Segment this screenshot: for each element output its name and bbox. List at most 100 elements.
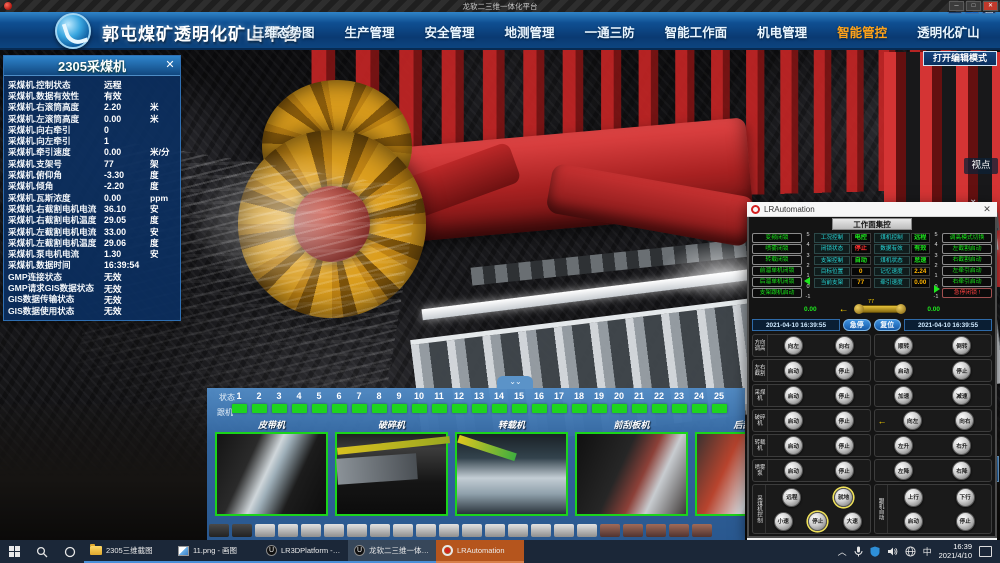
push-button-停止[interactable]: 停止 [808, 512, 827, 531]
estop-blue-button[interactable]: 急停 [843, 319, 871, 331]
minimize-button[interactable]: ─ [949, 1, 964, 11]
filmstrip-frame[interactable] [531, 524, 551, 537]
filmstrip-frame[interactable] [692, 524, 712, 537]
filmstrip-frame[interactable] [485, 524, 505, 537]
push-button-启动[interactable]: 启动 [894, 361, 913, 380]
open-edit-mode-button[interactable]: 打开编辑模式 [923, 51, 997, 66]
push-button-停止[interactable]: 停止 [835, 386, 854, 405]
push-button-顺转[interactable]: 顺转 [894, 336, 913, 355]
estop-interlock-button[interactable]: 急停闭锁 ! [942, 288, 992, 298]
interlock-button[interactable]: 后溜单机闭锁 [752, 277, 802, 287]
nav-item-安全管理[interactable]: 安全管理 [425, 22, 475, 41]
speaker-icon[interactable] [887, 546, 898, 557]
push-button-向左[interactable]: 向左 [784, 336, 803, 355]
push-button-远程[interactable]: 远程 [782, 488, 801, 507]
filmstrip-frame[interactable] [347, 524, 367, 537]
lr-tab-workface-control[interactable]: 工作面集控 [832, 218, 912, 230]
interlock-button[interactable]: 支架跟机启动 [752, 288, 802, 298]
filmstrip-frame[interactable] [554, 524, 574, 537]
filmstrip-frame[interactable] [301, 524, 321, 537]
camera-feed-破碎机[interactable] [335, 432, 448, 516]
viewpoint-tag[interactable]: 视点 [964, 158, 998, 174]
taskbar-app-LR3DPlatform - U...[interactable]: ULR3DPlatform - U... [260, 540, 348, 563]
push-button-上行[interactable]: 上行 [904, 488, 923, 507]
filmstrip-frame[interactable] [669, 524, 689, 537]
push-button-启动[interactable]: 启动 [784, 361, 803, 380]
start-button[interactable] [0, 540, 28, 563]
task-view-button[interactable] [56, 540, 84, 563]
push-button-停止[interactable]: 停止 [835, 411, 854, 430]
taskbar-app-龙软二三维一体化...[interactable]: U龙软二三维一体化... [348, 540, 436, 563]
push-button-向左[interactable]: 向左 [903, 411, 922, 430]
push-button-就地[interactable]: 就地 [834, 488, 853, 507]
push-button-启动[interactable]: 启动 [784, 411, 803, 430]
filmstrip-frame[interactable] [324, 524, 344, 537]
nav-item-透明化矿山[interactable]: 透明化矿山 [917, 22, 980, 41]
nav-item-生产管理[interactable]: 生产管理 [345, 22, 395, 41]
push-button-停止[interactable]: 停止 [956, 512, 975, 531]
taskbar-app-LRAutomation[interactable]: LRAutomation [436, 540, 524, 563]
clock[interactable]: 16:39 2021/4/10 [939, 543, 972, 560]
push-button-小速[interactable]: 小速 [774, 512, 793, 531]
filmstrip-frame[interactable] [255, 524, 275, 537]
push-button-右升[interactable]: 右升 [952, 436, 971, 455]
push-button-启动[interactable]: 启动 [784, 461, 803, 480]
filmstrip-frame[interactable] [416, 524, 436, 537]
filmstrip-frame[interactable] [439, 524, 459, 537]
filmstrip-frame[interactable] [370, 524, 390, 537]
push-button-倒转[interactable]: 倒转 [952, 336, 971, 355]
close-button[interactable]: ✕ [983, 1, 998, 11]
push-button-下行[interactable]: 下行 [956, 488, 975, 507]
maximize-button[interactable]: □ [966, 1, 981, 11]
nav-item-机电管理[interactable]: 机电管理 [757, 22, 807, 41]
camera-panel-collapse-tab[interactable]: ⌄⌄ [497, 376, 533, 389]
microphone-icon[interactable] [854, 546, 863, 557]
filmstrip-frame[interactable] [623, 524, 643, 537]
nav-item-智能工作面[interactable]: 智能工作面 [665, 22, 728, 41]
filmstrip-frame[interactable] [278, 524, 298, 537]
nav-item-地测管理[interactable]: 地测管理 [505, 22, 555, 41]
start-mode-button[interactable]: 左牵引启动 [942, 266, 992, 276]
filmstrip-frame[interactable] [508, 524, 528, 537]
push-button-左降[interactable]: 左降 [894, 461, 913, 480]
interlock-button[interactable]: 转载闭锁 [752, 255, 802, 265]
tray-expand-icon[interactable]: ︿ [838, 545, 847, 558]
push-button-停止[interactable]: 停止 [835, 436, 854, 455]
search-button[interactable] [28, 540, 56, 563]
nav-item-智能管控[interactable]: 智能管控 [837, 22, 887, 41]
filmstrip-frame[interactable] [646, 524, 666, 537]
camera-feed-皮带机[interactable] [215, 432, 328, 516]
push-button-右降[interactable]: 右降 [952, 461, 971, 480]
interlock-button[interactable]: 变频闭锁 [752, 233, 802, 243]
camera-feed-后刮板机[interactable] [695, 432, 745, 516]
filmstrip-frame[interactable] [600, 524, 620, 537]
push-button-向右[interactable]: 向右 [955, 411, 974, 430]
nav-item-三维态势图[interactable]: 三维态势图 [252, 22, 315, 41]
push-button-向右[interactable]: 向右 [835, 336, 854, 355]
interlock-button[interactable]: 喷雾闭锁 [752, 244, 802, 254]
filmstrip-frame[interactable] [577, 524, 597, 537]
push-button-加速[interactable]: 加速 [894, 386, 913, 405]
filmstrip-frame[interactable] [209, 524, 229, 537]
filmstrip-frame[interactable] [232, 524, 252, 537]
reset-blue-button[interactable]: 复位 [874, 319, 902, 331]
push-button-停止[interactable]: 停止 [835, 461, 854, 480]
lr-close-icon[interactable]: ✕ [981, 204, 993, 215]
camera-feed-转载机[interactable] [455, 432, 568, 516]
push-button-启动[interactable]: 启动 [784, 436, 803, 455]
start-mode-button[interactable]: 调高模式切换 [942, 233, 992, 243]
start-mode-button[interactable]: 右截割启动 [942, 255, 992, 265]
notification-center-icon[interactable] [979, 546, 992, 557]
filmstrip-frame[interactable] [393, 524, 413, 537]
push-button-启动[interactable]: 启动 [904, 512, 923, 531]
push-button-启动[interactable]: 启动 [784, 386, 803, 405]
start-mode-button[interactable]: 左截割启动 [942, 244, 992, 254]
push-button-停止[interactable]: 停止 [835, 361, 854, 380]
start-mode-button[interactable]: 右牵引启动 [942, 277, 992, 287]
filmstrip-frame[interactable] [462, 524, 482, 537]
close-icon[interactable]: ✕ [163, 58, 177, 72]
push-button-停止[interactable]: 停止 [952, 361, 971, 380]
push-button-大速[interactable]: 大速 [843, 512, 862, 531]
shield-icon[interactable] [870, 546, 880, 557]
taskbar-app-2305三维截图[interactable]: 2305三维截图 [84, 540, 172, 563]
